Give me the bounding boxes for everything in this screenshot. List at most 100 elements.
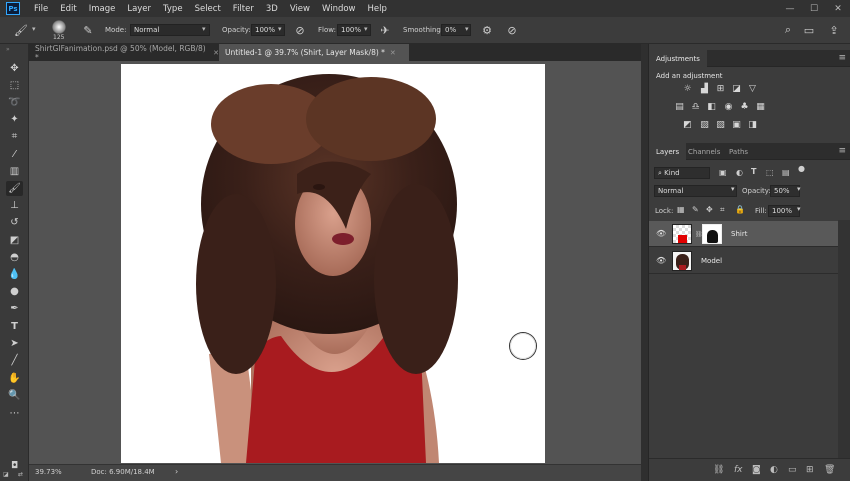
layer-opacity-field[interactable]: 50% (770, 185, 800, 197)
posterize-icon[interactable]: ▨ (699, 120, 710, 130)
pen-tool-icon[interactable]: ✒ (6, 301, 23, 316)
panel-menu-icon[interactable]: ≡ (838, 146, 846, 156)
marquee-tool-icon[interactable]: ⬚ (6, 78, 23, 93)
brush-size-preview-icon[interactable] (52, 20, 66, 34)
eyedropper-icon[interactable]: ⁄ (6, 147, 23, 162)
invert-icon[interactable]: ◩ (682, 120, 693, 130)
history-brush-icon[interactable]: ↺ (6, 215, 23, 230)
healing-brush-icon[interactable]: ▥ (6, 164, 23, 179)
move-tool-icon[interactable]: ✥ (6, 61, 23, 76)
menu-file[interactable]: File (28, 4, 54, 14)
menu-window[interactable]: Window (316, 4, 362, 14)
link-layers-icon[interactable]: ⛓ (713, 465, 724, 475)
menu-edit[interactable]: Edit (54, 4, 82, 14)
minimize-icon[interactable]: — (778, 0, 802, 17)
menu-filter[interactable]: Filter (227, 4, 260, 14)
panel-menu-icon[interactable]: ≡ (838, 53, 846, 63)
photo-filter-icon[interactable]: ◉ (723, 102, 734, 112)
menu-layer[interactable]: Layer (121, 4, 157, 14)
chevron-down-icon[interactable]: ▾ (364, 25, 368, 33)
layer-thumbnail[interactable] (672, 251, 692, 271)
close-icon[interactable]: ✕ (390, 49, 396, 57)
new-adjustment-layer-icon[interactable]: ◐ (770, 465, 778, 475)
layers-scrollbar[interactable] (838, 220, 850, 458)
path-select-icon[interactable]: ➤ (6, 336, 23, 351)
trash-icon[interactable]: 🗑 (824, 465, 835, 475)
blend-mode-select[interactable]: Normal (654, 185, 737, 197)
menu-type[interactable]: Type (157, 4, 189, 14)
menu-image[interactable]: Image (83, 4, 122, 14)
layer-name[interactable]: Shirt (731, 230, 747, 238)
lock-artboard-icon[interactable]: ⌗ (720, 205, 725, 215)
layer-row-shirt[interactable]: 👁 ⛓ Shirt (649, 221, 838, 247)
tab-adjustments[interactable]: Adjustments (649, 50, 707, 67)
lock-transparent-icon[interactable]: ▦ (677, 205, 685, 214)
new-group-icon[interactable]: ▭ (788, 465, 797, 475)
layer-mask-thumbnail[interactable] (702, 224, 722, 244)
gear-icon[interactable]: ⚙ (480, 23, 494, 37)
layer-row-model[interactable]: 👁 Model (649, 248, 838, 274)
tab-channels[interactable]: Channels (681, 143, 727, 160)
threshold-icon[interactable]: ▧ (715, 120, 726, 130)
menu-view[interactable]: View (284, 4, 316, 14)
visibility-eye-icon[interactable]: 👁 (656, 256, 666, 265)
line-tool-icon[interactable]: ╱ (6, 353, 23, 368)
share-icon[interactable]: ⇪ (827, 23, 841, 37)
tab-untitled-1[interactable]: Untitled-1 @ 39.7% (Shirt, Layer Mask/8)… (219, 44, 409, 61)
canvas-area[interactable] (29, 61, 641, 464)
workspace-icon[interactable]: ▭ (802, 23, 816, 37)
magic-wand-icon[interactable]: ✦ (6, 112, 23, 127)
collapse-icon[interactable]: » (6, 46, 10, 53)
paint-bucket-icon[interactable]: ◓ (6, 250, 23, 265)
panel-divider[interactable] (641, 44, 648, 481)
curves-icon[interactable]: ⊞ (715, 84, 726, 94)
gradient-map-icon[interactable]: ◨ (747, 120, 758, 130)
hand-tool-icon[interactable]: ✋ (6, 371, 23, 386)
vibrance-icon[interactable]: ▽ (747, 84, 758, 94)
color-balance-icon[interactable]: ♎ (690, 102, 701, 112)
more-tools-icon[interactable]: ⋯ (6, 406, 23, 421)
tab-shirtgifanimation[interactable]: ShirtGIFanimation.psd @ 50% (Model, RGB/… (29, 44, 219, 62)
filter-smart-object-icon[interactable]: ▤ (782, 168, 790, 177)
new-layer-icon[interactable]: ⊞ (806, 465, 814, 475)
zoom-tool-icon[interactable]: 🔍 (6, 388, 23, 403)
type-tool-icon[interactable]: T (6, 319, 23, 334)
menu-help[interactable]: Help (362, 4, 393, 14)
zoom-level[interactable]: 39.73% (35, 468, 62, 476)
menu-select[interactable]: Select (189, 4, 227, 14)
pressure-size-icon[interactable]: ⊘ (505, 23, 519, 37)
brightness-contrast-icon[interactable]: ☼ (682, 84, 693, 94)
quick-mask-icon[interactable]: ◘ (6, 458, 23, 473)
eraser-icon[interactable]: ◩ (6, 233, 23, 248)
chevron-down-icon[interactable]: ▾ (465, 25, 469, 33)
hue-saturation-icon[interactable]: ▤ (674, 102, 685, 112)
close-icon[interactable]: ✕ (826, 0, 850, 17)
chevron-down-icon[interactable]: ▾ (32, 25, 36, 33)
tab-paths[interactable]: Paths (722, 143, 755, 160)
airbrush-icon[interactable]: ✈ (378, 23, 392, 37)
lasso-tool-icon[interactable]: ➰ (6, 95, 23, 110)
visibility-eye-icon[interactable]: 👁 (656, 229, 666, 238)
levels-icon[interactable]: ▟ (699, 84, 710, 94)
menu-3d[interactable]: 3D (260, 4, 284, 14)
fill-field[interactable]: 100% (768, 205, 800, 217)
layer-thumbnail[interactable] (672, 224, 692, 244)
clone-stamp-icon[interactable]: ⊥ (6, 198, 23, 213)
layer-filter-select[interactable]: ⌕ Kind (654, 167, 710, 179)
filter-shape-icon[interactable]: ⬚ (766, 168, 774, 177)
exposure-icon[interactable]: ◪ (731, 84, 742, 94)
black-white-icon[interactable]: ◧ (706, 102, 717, 112)
add-mask-icon[interactable]: ◙ (752, 465, 761, 475)
filter-adjustment-icon[interactable]: ◐ (736, 168, 743, 177)
chevron-right-icon[interactable]: › (175, 467, 178, 476)
document-canvas[interactable] (121, 64, 545, 463)
filter-type-icon[interactable]: T (751, 167, 756, 176)
lock-position-icon[interactable]: ✥ (706, 205, 713, 214)
chevron-down-icon[interactable]: ▾ (278, 25, 282, 33)
layer-style-icon[interactable]: fx (734, 465, 743, 475)
chevron-down-icon[interactable]: ▾ (797, 185, 801, 193)
filter-toggle-icon[interactable]: ● (798, 164, 805, 173)
search-icon[interactable]: ⌕ (781, 23, 795, 37)
crop-tool-icon[interactable]: ⌗ (6, 129, 23, 144)
filter-pixel-icon[interactable]: ▣ (719, 168, 727, 177)
